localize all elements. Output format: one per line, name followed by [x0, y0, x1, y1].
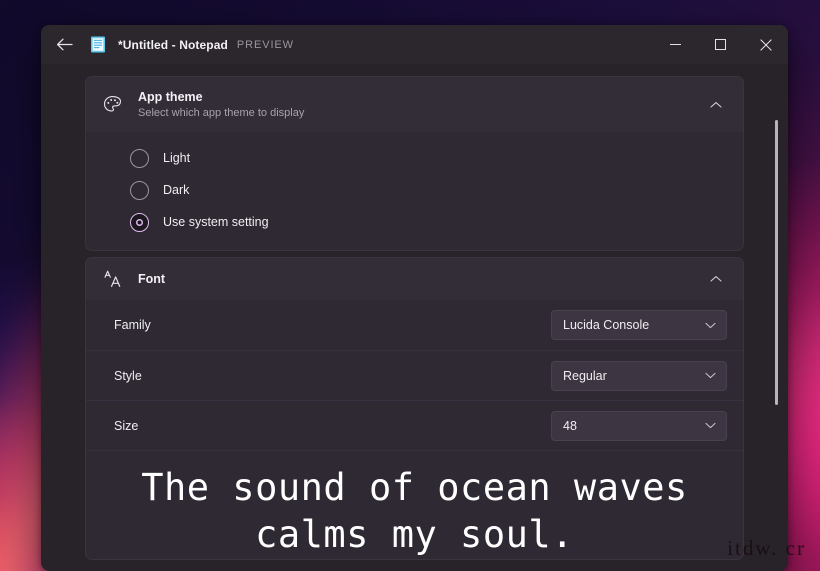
app-theme-texts: App theme Select which app theme to disp… [138, 89, 705, 121]
window-controls [653, 25, 788, 64]
radio-circle[interactable] [130, 148, 149, 168]
app-theme-header[interactable]: App theme Select which app theme to disp… [86, 77, 743, 132]
font-header-texts: Font [138, 271, 705, 287]
font-style-value: Regular [563, 368, 607, 383]
radio-label: Light [163, 151, 191, 165]
font-family-value: Lucida Console [563, 318, 650, 332]
radio-circle[interactable] [130, 180, 149, 200]
font-style-row: Style Regular [86, 350, 743, 400]
font-size-value: 48 [563, 418, 577, 433]
chevron-up-icon[interactable] [705, 94, 727, 116]
font-title: Font [138, 272, 166, 286]
font-size-label: Size [114, 418, 139, 433]
font-style-dropdown[interactable]: Regular [551, 360, 727, 391]
palette-icon [100, 93, 124, 117]
app-theme-options: Light Dark Use system setting [86, 132, 743, 250]
radio-circle-selected[interactable] [130, 212, 149, 232]
font-family-row: Family Lucida Console [86, 300, 743, 350]
watermark: itdw. cr [727, 536, 806, 560]
preview-badge: PREVIEW [236, 38, 294, 51]
font-family-dropdown[interactable]: Lucida Console [551, 310, 727, 340]
radio-option-dark[interactable]: Dark [86, 174, 743, 206]
font-aa-icon [100, 267, 124, 291]
app-theme-card: App theme Select which app theme to disp… [85, 76, 744, 251]
font-size-row: Size 48 [86, 400, 743, 450]
font-settings-rows: Family Lucida Console Style Regular Size… [86, 300, 743, 559]
close-button[interactable] [743, 25, 788, 64]
title-bar: *Untitled - Notepad PREVIEW [41, 25, 788, 64]
font-preview-area: The sound of ocean waves calms my soul. [86, 450, 743, 559]
app-theme-subtitle: Select which app theme to display [138, 106, 305, 119]
font-size-dropdown[interactable]: 48 [551, 410, 727, 441]
settings-scrollbar[interactable] [771, 74, 783, 571]
font-preview-text: The sound of ocean waves calms my soul. [141, 466, 711, 556]
font-card: Font Family Lucida Console Style Regular… [85, 257, 744, 560]
back-button[interactable] [47, 30, 81, 60]
chevron-down-icon [702, 317, 718, 333]
app-theme-title: App theme [138, 89, 203, 104]
notepad-settings-window: *Untitled - Notepad PREVIEW App theme Se… [41, 25, 788, 571]
radio-option-light[interactable]: Light [86, 142, 743, 174]
maximize-button[interactable] [698, 25, 743, 64]
font-style-label: Style [114, 368, 142, 383]
font-family-label: Family [114, 318, 151, 332]
minimize-button[interactable] [653, 25, 698, 64]
font-header[interactable]: Font [86, 258, 743, 300]
chevron-up-icon[interactable] [705, 268, 727, 290]
scrollbar-thumb[interactable] [775, 120, 778, 405]
radio-label: Use system setting [163, 215, 269, 229]
window-title: *Untitled - Notepad [118, 37, 228, 52]
radio-label: Dark [163, 183, 190, 197]
chevron-down-icon [702, 368, 718, 384]
radio-option-use-system-setting[interactable]: Use system setting [86, 206, 743, 238]
settings-content: App theme Select which app theme to disp… [41, 64, 788, 571]
notepad-icon [90, 36, 106, 53]
chevron-down-icon [702, 418, 718, 434]
